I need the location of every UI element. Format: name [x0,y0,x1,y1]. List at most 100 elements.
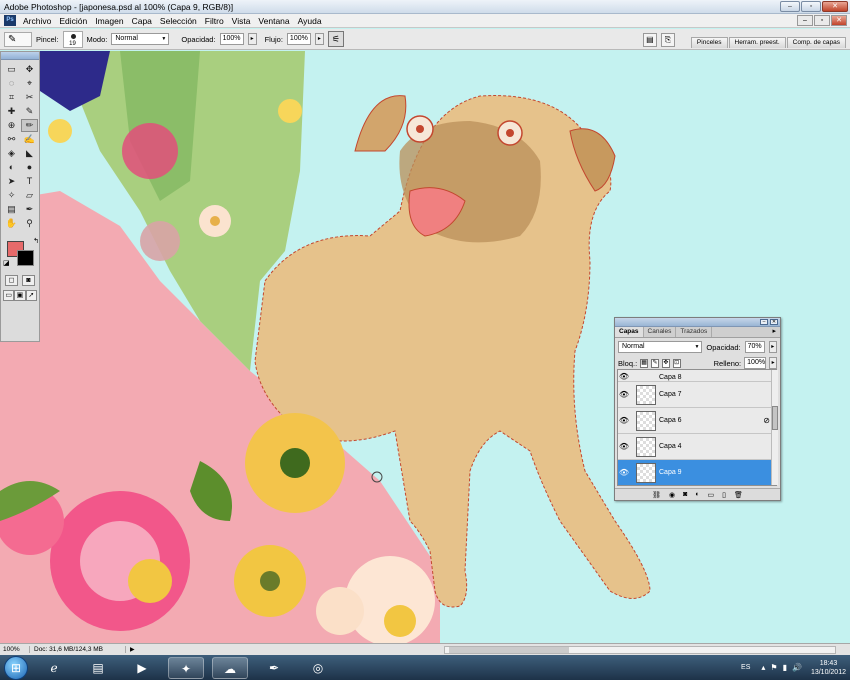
fill-slider-button[interactable]: ▸ [769,357,778,369]
minimize-button[interactable]: – [780,1,800,12]
visibility-eye-icon[interactable]: 👁 [618,390,630,399]
standard-mode-icon[interactable]: ◻ [5,275,18,286]
quick-mask-icon[interactable]: ◙ [22,275,35,286]
brush-tool-icon[interactable]: ✏ [21,119,38,132]
panel-minimize-icon[interactable]: – [760,319,768,325]
tray-arrow-icon[interactable]: ▴ [761,663,765,672]
menu-filtro[interactable]: Filtro [201,16,228,26]
layer-row[interactable]: 👁 Capa 8 [618,370,776,382]
menu-vista[interactable]: Vista [228,16,255,26]
ie-icon[interactable]: ℯ [36,657,72,679]
lock-all-icon[interactable]: ⊡ [672,358,681,368]
crop-tool-icon[interactable]: ⌗ [3,91,20,104]
move-tool-icon[interactable]: ✥ [21,63,38,76]
pen-tool-icon[interactable]: ✧ [3,189,20,202]
panel-close-icon[interactable]: ✕ [770,319,778,325]
bridge-icon[interactable]: ⎘ [660,32,675,47]
lasso-tool-icon[interactable]: ◌ [3,77,20,90]
healing-brush-tool-icon[interactable]: ✚ [3,105,20,118]
doc-minimize-button[interactable]: – [797,15,813,26]
tool-preset-picker[interactable]: ✎ [4,31,32,47]
visibility-eye-icon[interactable]: 👁 [618,468,630,477]
eraser-tool-icon[interactable]: ◈ [3,147,20,160]
type-tool-icon[interactable]: T [21,175,38,188]
screen-mode-icon[interactable]: ▭ [3,290,15,301]
new-layer-icon[interactable]: ▯ [722,491,726,499]
airbrush-toggle-icon[interactable]: ⚟ [327,31,344,47]
close-button[interactable]: ✕ [822,1,848,12]
marquee-tool-icon[interactable]: ▭ [3,63,20,76]
zoom-tool-icon[interactable]: ⚲ [21,217,38,230]
menu-seleccion[interactable]: Selección [156,16,201,26]
adjustment-icon[interactable]: ◐ [695,491,699,498]
status-menu-icon[interactable]: ▶ [126,646,139,653]
layer-row-selected[interactable]: 👁 Capa 9 [618,460,776,485]
blend-mode-select[interactable]: Normal [618,341,703,353]
tab-herram-preest[interactable]: Herram. preest. [728,36,786,48]
photoshop-icon[interactable]: ✦ [168,656,204,679]
history-brush-tool-icon[interactable]: ⚯ [3,133,20,146]
layer-opacity-input[interactable]: 70% [744,341,765,353]
tab-pinceles[interactable]: Pinceles [690,36,728,48]
burn-tool-icon[interactable]: ● [21,161,38,174]
slice-tool-icon[interactable]: ✂ [21,91,38,104]
gradient-tool-icon[interactable]: ◣ [21,147,38,160]
link-icon[interactable]: ⛓ [652,491,661,499]
lock-transparency-icon[interactable]: ▦ [640,358,649,368]
network-icon[interactable]: ▮ [783,663,787,672]
tab-comp-capas[interactable]: Comp. de capas [786,36,846,48]
tab-canales[interactable]: Canales [644,327,677,337]
paint-icon[interactable]: ☁ [212,656,248,679]
scrollbar-thumb[interactable] [449,647,569,653]
mask-icon[interactable]: ◙ [683,491,687,498]
scrollbar-thumb[interactable] [772,406,778,430]
tab-capas[interactable]: Capas [615,327,644,337]
full-screen-icon[interactable]: ▣ [14,290,26,301]
fill-input[interactable]: 100% [744,357,767,369]
visibility-eye-icon[interactable]: 👁 [618,372,630,381]
clone-stamp-tool-icon[interactable]: ⊕ [3,119,20,132]
menu-ventana[interactable]: Ventana [254,16,293,26]
menu-imagen[interactable]: Imagen [91,16,127,26]
magic-wand-tool-icon[interactable]: ⌖ [21,77,38,90]
visibility-eye-icon[interactable]: 👁 [618,442,630,451]
doc-close-button[interactable]: ✕ [831,15,847,26]
notes-tool-icon[interactable]: ▤ [3,203,20,216]
swap-colors-icon[interactable]: ↰ [33,237,39,245]
layer-row[interactable]: 👁 Capa 4 [618,434,776,460]
chrome-icon[interactable]: ◎ [300,657,336,679]
visibility-eye-icon[interactable]: 👁 [618,416,630,425]
file-browser-icon[interactable]: ▤ [642,32,657,47]
explorer-icon[interactable]: ▤ [80,657,116,679]
opacity-input[interactable]: 100% [219,33,244,45]
menu-archivo[interactable]: Archivo [19,16,55,26]
lock-pixels-icon[interactable]: ✎ [651,358,659,368]
menu-capa[interactable]: Capa [128,16,156,26]
maximize-button[interactable]: ▫ [801,1,821,12]
start-button[interactable]: ⊞ [4,655,28,680]
layer-style-icon[interactable]: ⊘ [763,416,770,425]
opacity-slider-button[interactable]: ▸ [247,33,257,45]
horizontal-scrollbar[interactable] [444,646,836,654]
hand-tool-icon[interactable]: ✋ [3,217,20,230]
fx-icon[interactable]: ◉ [669,491,675,499]
language-indicator[interactable]: ES [741,664,750,671]
brush-picker[interactable]: 19 [62,30,83,48]
lock-position-icon[interactable]: ✥ [661,358,670,368]
layers-panel-grip[interactable]: – ✕ [615,318,780,327]
imageready-icon[interactable]: ➚ [25,290,37,301]
path-selection-tool-icon[interactable]: ➤ [3,175,20,188]
default-colors-icon[interactable]: ◪ [3,259,10,267]
layers-scrollbar[interactable] [771,370,778,485]
dodge-tool-icon[interactable]: ◐ [3,161,20,174]
media-player-icon[interactable]: ▶ [124,657,160,679]
toolbox-grip[interactable] [1,52,39,60]
clock[interactable]: 18:43 13/10/2012 [811,659,846,677]
doc-restore-button[interactable]: ▫ [814,15,830,26]
art-history-tool-icon[interactable]: ✍ [21,133,38,146]
zoom-level[interactable]: 100% [0,646,30,653]
layer-opacity-slider-button[interactable]: ▸ [768,341,777,353]
flag-icon[interactable]: ⚑ [770,663,777,672]
menu-edicion[interactable]: Edición [55,16,91,26]
background-color-swatch[interactable] [17,250,34,266]
